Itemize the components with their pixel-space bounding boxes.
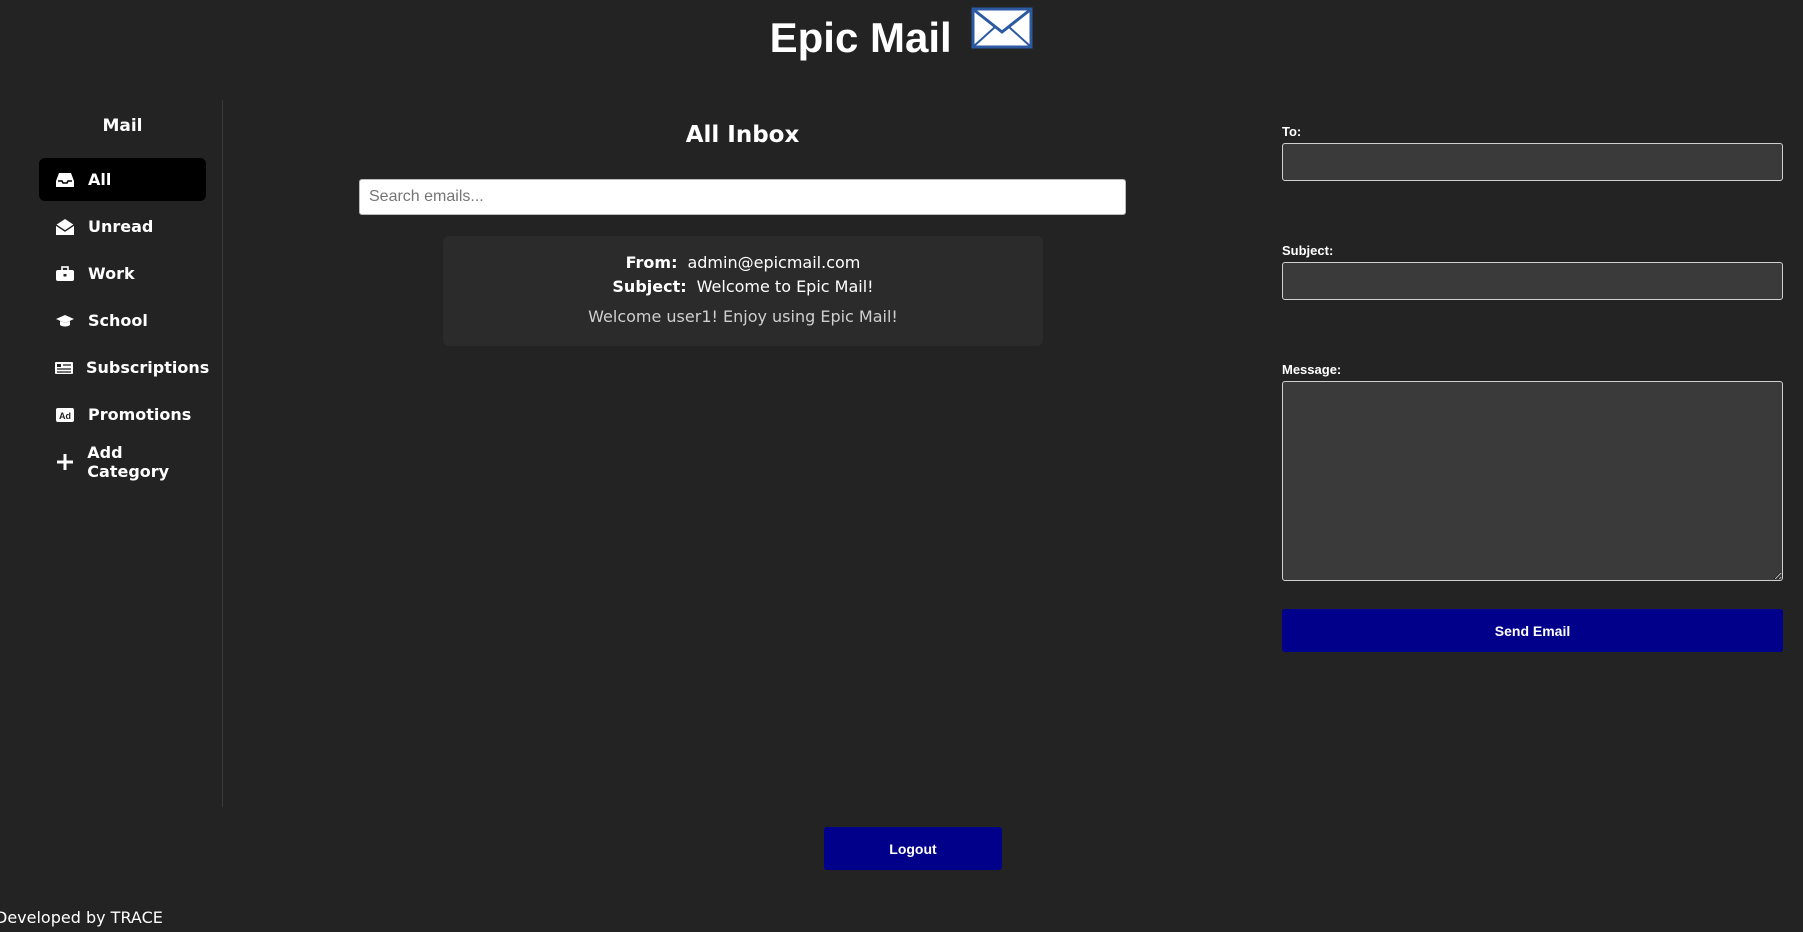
- email-from-label: From:: [625, 253, 678, 272]
- inbox-title: All Inbox: [685, 122, 800, 148]
- subject-label: Subject:: [1282, 243, 1334, 258]
- sidebar-item-label: Promotions: [88, 405, 192, 424]
- sidebar-item-label: Subscriptions: [86, 358, 210, 377]
- compose-form: To: Subject: Message:: [1282, 124, 1783, 581]
- sidebar-item-unread[interactable]: Unread: [39, 205, 206, 248]
- inbox-icon: [54, 171, 76, 189]
- app-title-text: Epic Mail: [769, 14, 952, 61]
- sidebar-item-subscriptions[interactable]: Subscriptions: [39, 346, 210, 389]
- sidebar-item-promotions[interactable]: Ad Promotions: [39, 393, 206, 436]
- sidebar-item-school[interactable]: School: [39, 299, 206, 342]
- email-from-line: From: admin@epicmail.com: [443, 251, 1043, 275]
- sidebar-item-label: School: [88, 311, 148, 330]
- sidebar-item-work[interactable]: Work: [39, 252, 206, 295]
- message-field[interactable]: [1282, 381, 1783, 581]
- briefcase-icon: [54, 265, 76, 283]
- to-field[interactable]: [1282, 143, 1783, 181]
- sidebar-item-label: All: [88, 170, 112, 189]
- svg-text:Ad: Ad: [59, 411, 71, 421]
- to-label: To:: [1282, 124, 1302, 139]
- sidebar-item-label: Work: [88, 264, 135, 283]
- sidebar: Mail All Unread Work School Subscription…: [0, 100, 223, 807]
- sidebar-title: Mail: [102, 116, 143, 136]
- subject-field[interactable]: [1282, 262, 1783, 300]
- sidebar-item-label: Unread: [88, 217, 154, 236]
- newspaper-icon: [54, 359, 74, 377]
- envelope-open-icon: [54, 218, 76, 236]
- ad-icon: Ad: [54, 406, 76, 424]
- app-title: Epic Mail: [0, 5, 1803, 71]
- category-nav: All Unread Work School Subscriptions Ad …: [39, 158, 210, 487]
- search-input[interactable]: [359, 179, 1126, 215]
- send-email-button[interactable]: Send Email: [1282, 609, 1783, 652]
- envelope-icon: [971, 5, 1033, 65]
- email-subject-value: Welcome to Epic Mail!: [696, 277, 874, 296]
- sidebar-item-add-category[interactable]: Add Category: [39, 440, 206, 483]
- logout-button[interactable]: Logout: [824, 827, 1002, 870]
- graduation-cap-icon: [54, 312, 76, 330]
- message-label: Message:: [1282, 362, 1342, 377]
- email-from-value: admin@epicmail.com: [687, 253, 861, 272]
- email-preview: Welcome user1! Enjoy using Epic Mail!: [588, 307, 898, 326]
- sidebar-item-all[interactable]: All: [39, 158, 206, 201]
- email-item[interactable]: From: admin@epicmail.com Subject: Welcome …: [443, 236, 1043, 346]
- email-subject-line: Subject: Welcome to Epic Mail!: [443, 275, 1043, 299]
- email-subject-label: Subject:: [612, 277, 687, 296]
- sidebar-item-label: Add Category: [87, 442, 170, 481]
- plus-icon: [54, 453, 75, 471]
- footer-credit: Developed by TRACE: [0, 908, 163, 927]
